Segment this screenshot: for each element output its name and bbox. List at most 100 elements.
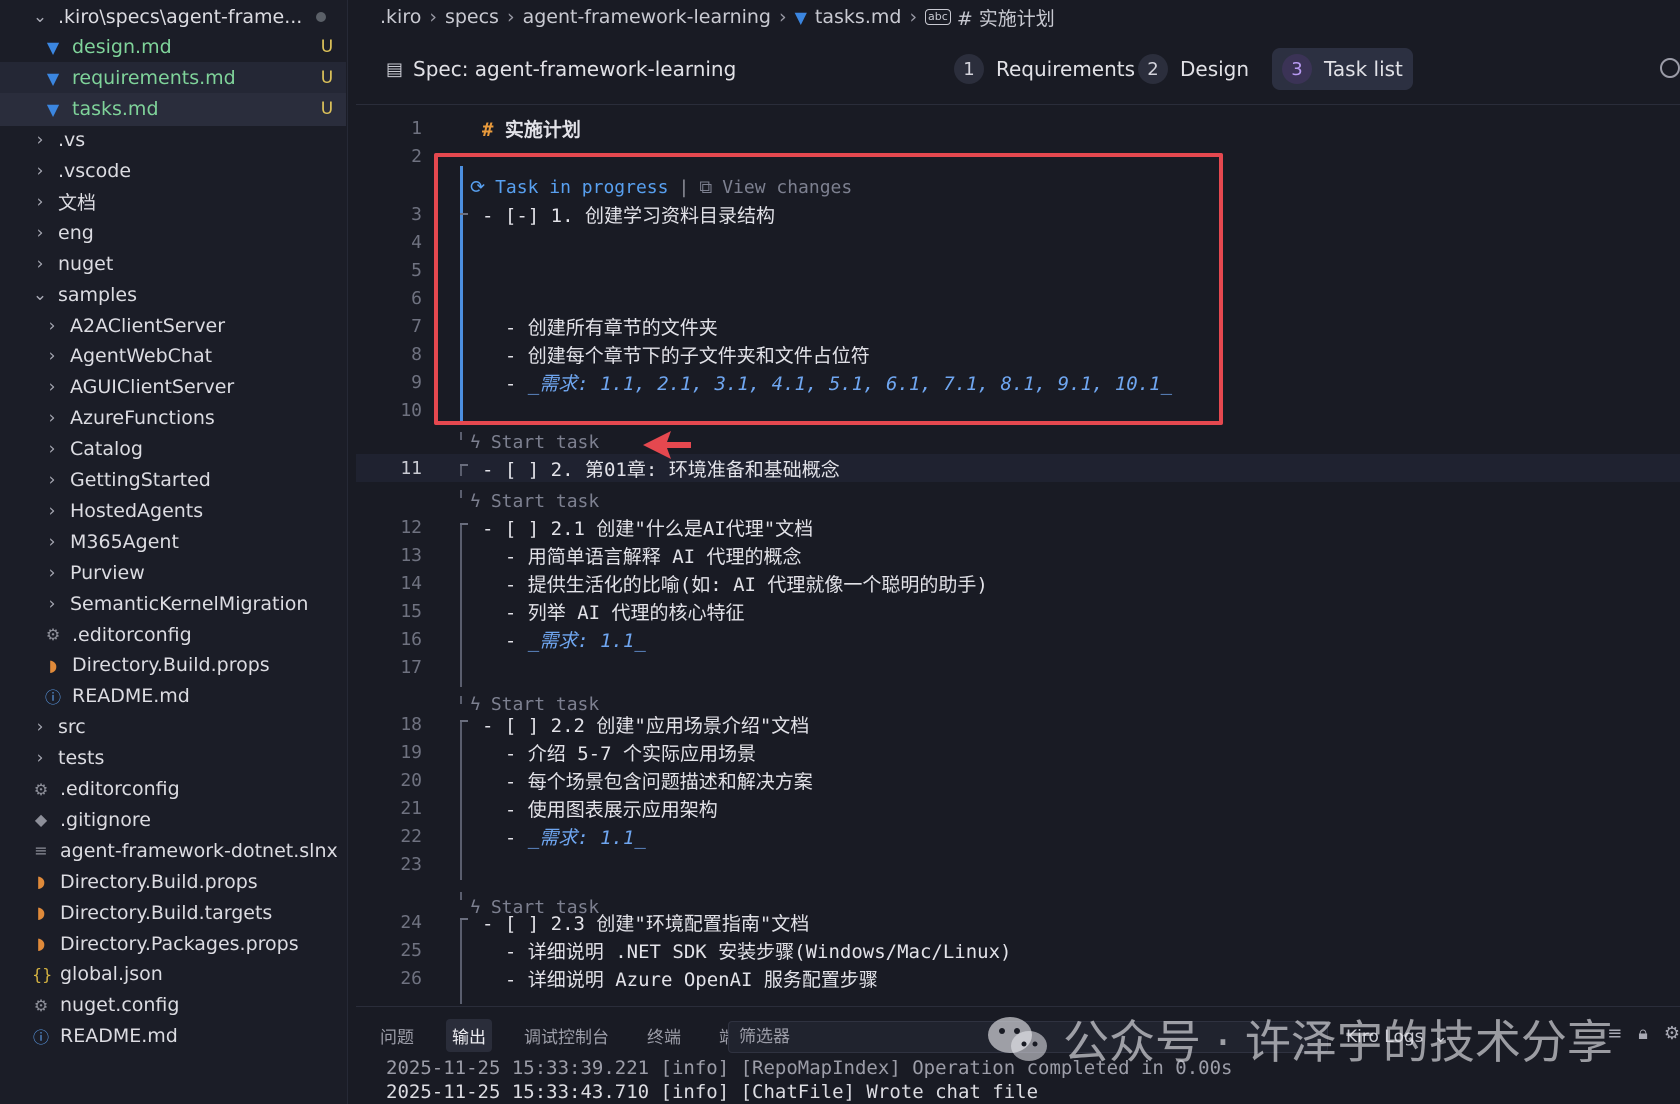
lock-icon[interactable]: 🔒︎ xyxy=(1638,1023,1648,1044)
sidebar-item[interactable]: › A2AClientServer xyxy=(0,309,346,342)
editor-line[interactable]: 21 - 使用图表展示应用架构 xyxy=(356,794,1680,822)
sidebar-item[interactable]: ≡ agent-framework-dotnet.slnx xyxy=(0,834,346,867)
codelens-start-task[interactable]: ϟ Start task xyxy=(470,429,599,455)
step-label: Task list xyxy=(1324,57,1403,81)
start-task-link[interactable]: Start task xyxy=(491,897,599,918)
step-requirements[interactable]: 1 Requirements xyxy=(944,48,1145,90)
sidebar-item-label: requirements.md xyxy=(72,67,236,90)
sidebar-item-label: Catalog xyxy=(70,438,143,461)
sidebar-item[interactable]: ◗ Directory.Build.props xyxy=(0,649,346,682)
sidebar-item[interactable]: ⚙ .editorconfig xyxy=(0,773,346,806)
sidebar-item[interactable]: › nuget xyxy=(0,247,346,280)
sidebar-item[interactable]: › src xyxy=(0,711,346,744)
start-task-link[interactable]: Start task xyxy=(491,491,599,512)
editor-line[interactable]: 22 - _需求: 1.1_ xyxy=(356,822,1680,850)
codelens-start-task[interactable]: ϟ Start task xyxy=(470,691,599,717)
breadcrumb-kiro[interactable]: .kiro xyxy=(380,6,421,28)
code-text: - 使用图表展示应用架构 xyxy=(482,798,718,821)
editor-line[interactable]: 20 - 每个场景包含问题描述和解决方案 xyxy=(356,766,1680,794)
line-number: 6 xyxy=(411,287,422,309)
sidebar-item[interactable]: › HostedAgents xyxy=(0,494,346,527)
breadcrumb-file[interactable]: tasks.md xyxy=(815,6,902,28)
chevron-right-icon: › xyxy=(48,408,56,429)
sidebar-item[interactable]: ⌄ .kiro\specs\agent-frame... xyxy=(0,0,346,33)
breadcrumb-symbol[interactable]: # 实施计划 xyxy=(957,4,1055,31)
editor-line[interactable]: 1 # 实施计划 xyxy=(356,114,1680,142)
breadcrumb-specs[interactable]: specs xyxy=(445,6,499,28)
task-group-bar xyxy=(460,918,462,1004)
sidebar-item[interactable]: ◗ Directory.Build.props xyxy=(0,865,346,898)
sidebar-item[interactable]: › AzureFunctions xyxy=(0,402,346,435)
editor-line[interactable]: 15 - 列举 AI 代理的核心特征 xyxy=(356,597,1680,625)
sidebar-item[interactable]: › eng xyxy=(0,216,346,249)
sidebar-item-label: GettingStarted xyxy=(70,469,211,491)
panel-tabs: 问题 输出 调试控制台 终端 端口 xyxy=(374,1017,785,1053)
editor-line[interactable]: 25 - 详细说明 .NET SDK 安装步骤(Windows/Mac/Linu… xyxy=(356,936,1680,964)
sidebar-item[interactable]: › 文档 xyxy=(0,185,346,218)
output-channel-select[interactable]: Kiro Logs ⌄ xyxy=(1346,1021,1448,1053)
line-number: 22 xyxy=(400,825,422,847)
tab-debug-console[interactable]: 调试控制台 xyxy=(518,1019,615,1052)
tab-problems[interactable]: 问题 xyxy=(374,1019,420,1052)
editor-line[interactable]: 19 - 介绍 5-7 个实际应用场景 xyxy=(356,738,1680,766)
sidebar-item[interactable]: ◗ Directory.Packages.props xyxy=(0,927,346,960)
sidebar-item[interactable]: › .vscode xyxy=(0,155,346,188)
breadcrumb-spec-folder[interactable]: agent-framework-learning xyxy=(523,6,771,28)
line-number: 10 xyxy=(400,399,422,421)
sidebar-item[interactable]: › M365Agent xyxy=(0,525,346,558)
sidebar-item[interactable]: › Catalog xyxy=(0,433,346,466)
line-number: 5 xyxy=(411,259,422,281)
sidebar-item-label: nuget.config xyxy=(60,994,180,1017)
editor-line[interactable]: 14 - 提供生活化的比喻(如: AI 代理就像一个聪明的助手) xyxy=(356,569,1680,597)
line-number: 11 xyxy=(400,457,422,479)
sidebar-item[interactable]: ⚙ nuget.config xyxy=(0,989,346,1022)
start-task-link[interactable]: Start task xyxy=(491,432,599,453)
status-circle-icon[interactable] xyxy=(1660,58,1680,78)
list-icon[interactable]: ≡ xyxy=(1607,1023,1622,1044)
sidebar-item[interactable]: ◆ .gitignore xyxy=(0,803,346,836)
sidebar-item[interactable]: {} global.json xyxy=(0,958,346,991)
line-number: 1 xyxy=(411,117,422,139)
chevron-right-icon: › xyxy=(909,6,918,28)
codelens-start-task[interactable]: ϟ Start task xyxy=(470,488,599,514)
editor-line[interactable]: 13 - 用简单语言解释 AI 代理的概念 xyxy=(356,541,1680,569)
sidebar-item[interactable]: ⚙ .editorconfig xyxy=(0,618,346,651)
gear-icon[interactable]: ⚙ xyxy=(1664,1023,1680,1044)
info-icon: ⓘ xyxy=(44,688,61,708)
sidebar-item[interactable]: › AgentWebChat xyxy=(0,340,346,373)
line-number: 18 xyxy=(400,713,422,735)
editor-line[interactable]: 16 - _需求: 1.1_ xyxy=(356,625,1680,653)
sidebar-item[interactable]: ◗ Directory.Build.targets xyxy=(0,896,346,929)
task-group-bar xyxy=(460,523,462,687)
sidebar-item[interactable]: › GettingStarted xyxy=(0,464,346,497)
sidebar-item-label: eng xyxy=(58,221,94,244)
sidebar-item-label: tests xyxy=(58,747,105,770)
sidebar-item[interactable]: ▼ tasks.md U xyxy=(0,92,346,126)
sidebar-item[interactable]: › Purview xyxy=(0,556,346,589)
sidebar-item[interactable]: ⓘ README.md xyxy=(0,1020,346,1053)
sidebar-item[interactable]: › SemanticKernelMigration xyxy=(0,587,346,620)
sidebar-item[interactable]: › .vs xyxy=(0,124,346,157)
line-number: 20 xyxy=(400,769,422,791)
lightning-icon: ϟ xyxy=(470,490,481,512)
chevron-right-icon: › xyxy=(36,191,44,212)
line-content: - 使用图表展示应用架构 xyxy=(482,795,718,822)
sidebar-item[interactable]: › AGUIClientServer xyxy=(0,371,346,404)
editor-line[interactable]: 12 - [ ] 2.1 创建"什么是AI代理"文档 xyxy=(356,513,1680,541)
sidebar-item[interactable]: ⓘ README.md xyxy=(0,680,346,713)
sidebar-item[interactable]: ⌄ samples xyxy=(0,278,346,311)
editor-line[interactable]: 17 xyxy=(356,653,1680,681)
editor-line[interactable]: 26 - 详细说明 Azure OpenAI 服务配置步骤 xyxy=(356,964,1680,992)
filter-input[interactable] xyxy=(728,1021,1328,1053)
tab-terminal[interactable]: 终端 xyxy=(641,1019,687,1052)
sidebar-item[interactable]: ▼ design.md U xyxy=(0,31,346,64)
tab-output[interactable]: 输出 xyxy=(446,1018,492,1052)
sidebar-item[interactable]: › tests xyxy=(0,742,346,775)
sidebar-item[interactable]: ▼ requirements.md U xyxy=(0,61,346,95)
start-task-link[interactable]: Start task xyxy=(491,694,599,715)
codelens-start-task[interactable]: ϟ Start task xyxy=(470,894,599,920)
step-task-list[interactable]: 3 Task list xyxy=(1272,48,1413,90)
step-design[interactable]: 2 Design xyxy=(1128,48,1259,90)
editor-line[interactable]: 23 xyxy=(356,850,1680,878)
editor-line[interactable]: 11 - [ ] 2. 第01章: 环境准备和基础概念 xyxy=(356,454,1680,482)
